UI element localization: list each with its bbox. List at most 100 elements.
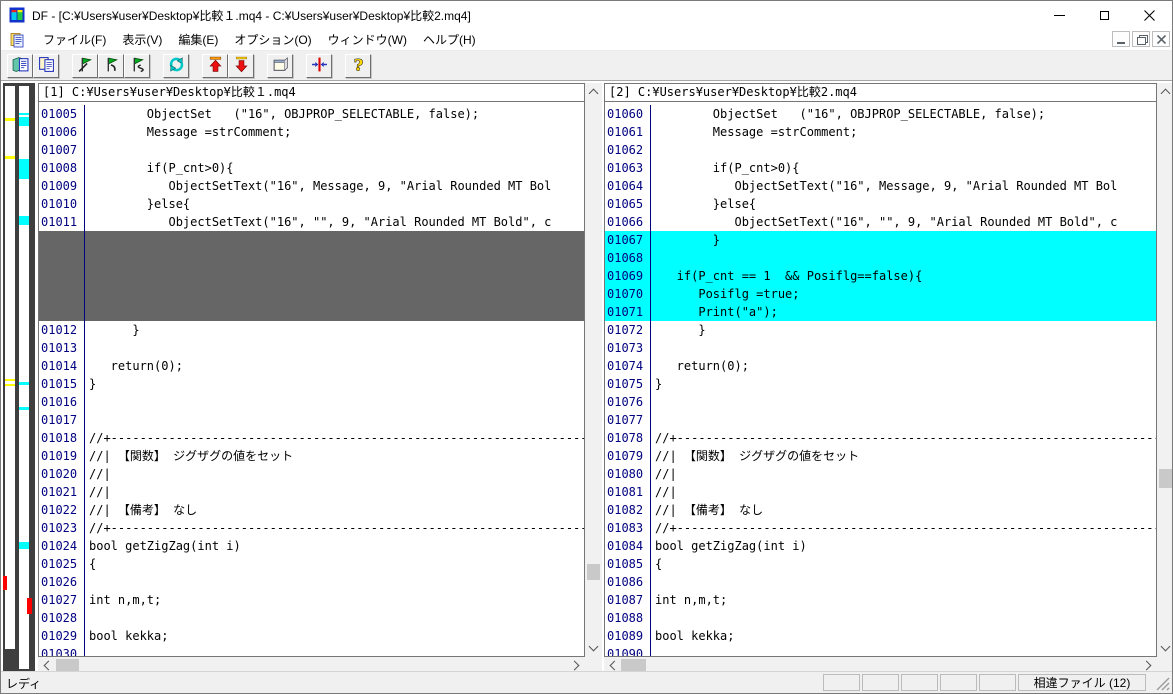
- hscroll-thumb[interactable]: [56, 659, 79, 671]
- minimize-button[interactable]: [1037, 1, 1082, 29]
- code-line[interactable]: 01024 bool getZigZag(int i): [39, 537, 584, 555]
- code-line[interactable]: 01027 int n,m,t;: [39, 591, 584, 609]
- compare-files-button[interactable]: [7, 53, 33, 78]
- code-line[interactable]: 01025 {: [39, 555, 584, 573]
- code-line[interactable]: 01030: [39, 645, 584, 656]
- code-line[interactable]: 01016: [39, 393, 584, 411]
- code-line[interactable]: 01074 return(0);: [605, 357, 1156, 375]
- menu-item-help[interactable]: ヘルプ(H): [415, 28, 484, 51]
- code-line[interactable]: 01061 Message =strComment;: [605, 123, 1156, 141]
- menu-item-edit[interactable]: 編集(E): [170, 28, 226, 51]
- code-line[interactable]: 01077: [605, 411, 1156, 429]
- vscroll-thumb[interactable]: [1159, 469, 1172, 488]
- code-line[interactable]: 01018 //+--------------------------------…: [39, 429, 584, 447]
- code-line[interactable]: 01088: [605, 609, 1156, 627]
- code-line[interactable]: 01013: [39, 339, 584, 357]
- menu-item-options[interactable]: オプション(O): [226, 28, 319, 51]
- code-line[interactable]: 01087 int n,m,t;: [605, 591, 1156, 609]
- code-line[interactable]: 01076: [605, 393, 1156, 411]
- scroll-down-button[interactable]: [1157, 640, 1172, 657]
- code-line[interactable]: 01065 }else{: [605, 195, 1156, 213]
- code-line[interactable]: 01085 {: [605, 555, 1156, 573]
- diff-map[interactable]: [3, 83, 35, 673]
- code-line[interactable]: 01068: [605, 249, 1156, 267]
- code-line[interactable]: 01082 //| 【備考】 なし: [605, 501, 1156, 519]
- code-line[interactable]: 01014 return(0);: [39, 357, 584, 375]
- code-line[interactable]: 01084 bool getZigZag(int i): [605, 537, 1156, 555]
- code-line[interactable]: [39, 231, 584, 249]
- code-line[interactable]: 01079 //| 【関数】 ジグザグの値をセット: [605, 447, 1156, 465]
- left-code-area[interactable]: 01005 ObjectSet ("16", OBJPROP_SELECTABL…: [39, 102, 584, 656]
- code-line[interactable]: 01017: [39, 411, 584, 429]
- code-line[interactable]: 01023 //+--------------------------------…: [39, 519, 584, 537]
- menu-item-file[interactable]: ファイル(F): [35, 28, 114, 51]
- code-line[interactable]: 01007: [39, 141, 584, 159]
- code-line[interactable]: 01066 ObjectSetText("16", "", 9, "Arial …: [605, 213, 1156, 231]
- code-line[interactable]: 01060 ObjectSet ("16", OBJPROP_SELECTABL…: [605, 105, 1156, 123]
- maximize-button[interactable]: [1082, 1, 1127, 29]
- vscroll-track[interactable]: [1157, 100, 1172, 640]
- mdi-minimize-button[interactable]: [1112, 31, 1130, 47]
- code-line[interactable]: [39, 249, 584, 267]
- code-line[interactable]: 01011 ObjectSetText("16", "", 9, "Arial …: [39, 213, 584, 231]
- next-diff-button[interactable]: [228, 53, 254, 78]
- code-line[interactable]: 01078 //+--------------------------------…: [605, 429, 1156, 447]
- code-line[interactable]: 01015}: [39, 375, 584, 393]
- code-line[interactable]: 01070 Posiflg =true;: [605, 285, 1156, 303]
- copy-file-button[interactable]: [33, 53, 59, 78]
- close-button[interactable]: [1127, 1, 1172, 29]
- refresh-button[interactable]: [163, 53, 189, 78]
- code-line[interactable]: 01086: [605, 573, 1156, 591]
- help-button[interactable]: ?: [345, 53, 371, 78]
- flag-curve-button[interactable]: [98, 53, 124, 78]
- code-line[interactable]: 01073: [605, 339, 1156, 357]
- code-line[interactable]: 01083 //+--------------------------------…: [605, 519, 1156, 537]
- code-line[interactable]: 01029 bool kekka;: [39, 627, 584, 645]
- report-button[interactable]: [267, 53, 293, 78]
- flag-s-button[interactable]: [124, 53, 150, 78]
- code-line[interactable]: 01009 ObjectSetText("16", Message, 9, "A…: [39, 177, 584, 195]
- code-line[interactable]: 01071 Print("a");: [605, 303, 1156, 321]
- code-line[interactable]: 01021 //|: [39, 483, 584, 501]
- code-line[interactable]: 01064 ObjectSetText("16", Message, 9, "A…: [605, 177, 1156, 195]
- code-line[interactable]: 01026: [39, 573, 584, 591]
- scroll-down-button[interactable]: [585, 640, 602, 657]
- code-line[interactable]: 01005 ObjectSet ("16", OBJPROP_SELECTABL…: [39, 105, 584, 123]
- code-line[interactable]: 01020 //|: [39, 465, 584, 483]
- left-vertical-scrollbar[interactable]: [585, 83, 602, 657]
- code-line[interactable]: 01067 }: [605, 231, 1156, 249]
- code-line[interactable]: 01028: [39, 609, 584, 627]
- code-line[interactable]: 01080 //|: [605, 465, 1156, 483]
- right-code-area[interactable]: 01060 ObjectSet ("16", OBJPROP_SELECTABL…: [605, 102, 1156, 656]
- vscroll-thumb[interactable]: [587, 564, 600, 580]
- hscroll-thumb[interactable]: [621, 659, 646, 671]
- code-line[interactable]: 01019 //| 【関数】 ジグザグの値をセット: [39, 447, 584, 465]
- code-line[interactable]: 01008 if(P_cnt>0){: [39, 159, 584, 177]
- right-vertical-scrollbar[interactable]: [1157, 83, 1172, 657]
- scroll-up-button[interactable]: [585, 83, 602, 100]
- mdi-close-button[interactable]: [1152, 31, 1170, 47]
- merge-button[interactable]: [306, 53, 332, 78]
- code-line[interactable]: 01062: [605, 141, 1156, 159]
- code-line[interactable]: 01069 if(P_cnt == 1 && Posiflg==false){: [605, 267, 1156, 285]
- prev-diff-button[interactable]: [202, 53, 228, 78]
- code-line[interactable]: 01006 Message =strComment;: [39, 123, 584, 141]
- map-strip-file1[interactable]: [5, 86, 15, 649]
- code-line[interactable]: 01022 //| 【備考】 なし: [39, 501, 584, 519]
- title-bar[interactable]: DF - [C:¥Users¥user¥Desktop¥比較１.mq4 - C:…: [1, 1, 1172, 29]
- mdi-restore-button[interactable]: [1132, 31, 1150, 47]
- scroll-up-button[interactable]: [1157, 83, 1172, 100]
- code-line[interactable]: [39, 267, 584, 285]
- code-line[interactable]: [39, 285, 584, 303]
- vscroll-track[interactable]: [585, 100, 602, 640]
- code-line[interactable]: 01012 }: [39, 321, 584, 339]
- flag-edit-button[interactable]: [72, 53, 98, 78]
- code-line[interactable]: 01063 if(P_cnt>0){: [605, 159, 1156, 177]
- resize-grip[interactable]: [1155, 676, 1170, 691]
- code-line[interactable]: 01075}: [605, 375, 1156, 393]
- code-line[interactable]: 01072 }: [605, 321, 1156, 339]
- code-line[interactable]: 01081 //|: [605, 483, 1156, 501]
- code-line[interactable]: [39, 303, 584, 321]
- menu-item-window[interactable]: ウィンドウ(W): [320, 28, 415, 51]
- code-line[interactable]: 01090: [605, 645, 1156, 656]
